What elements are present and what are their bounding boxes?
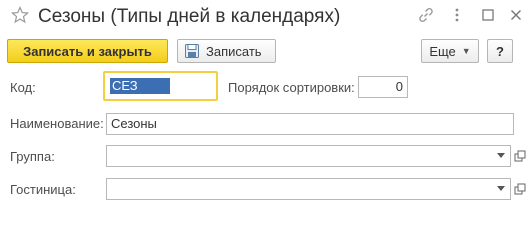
group-dropdown-button[interactable] (491, 145, 511, 167)
link-icon[interactable] (418, 7, 434, 23)
window-title: Сезоны (Типы дней в календарях) (38, 6, 341, 27)
hotel-label: Гостиница: (10, 182, 76, 197)
sort-order-label: Порядок сортировки: (228, 80, 355, 95)
hotel-input[interactable] (106, 178, 492, 200)
more-vert-icon[interactable] (449, 7, 465, 23)
more-menu-button[interactable]: Еще ▼ (421, 39, 479, 63)
code-field[interactable]: СЕЗ (103, 71, 218, 101)
open-link-icon (514, 183, 526, 195)
name-input[interactable]: Сезоны (106, 113, 514, 135)
group-input[interactable] (106, 145, 492, 167)
name-label: Наименование: (10, 116, 104, 131)
star-icon[interactable] (11, 6, 29, 24)
code-label: Код: (10, 80, 36, 95)
dropdown-arrow-icon (496, 186, 505, 191)
help-button[interactable]: ? (487, 39, 513, 63)
hotel-open-button[interactable] (511, 178, 529, 200)
save-disk-icon (185, 44, 199, 58)
sort-order-input[interactable]: 0 (358, 76, 408, 98)
close-icon[interactable] (508, 7, 524, 23)
more-button-label: Еще (429, 43, 456, 59)
chevron-down-icon: ▼ (461, 46, 471, 56)
save-and-close-button[interactable]: Записать и закрыть (7, 39, 168, 63)
hotel-dropdown-button[interactable] (491, 178, 511, 200)
open-link-icon (514, 150, 526, 162)
save-button-label: Записать (206, 43, 262, 59)
code-value: СЕЗ (110, 78, 170, 94)
maximize-icon[interactable] (480, 7, 496, 23)
group-open-button[interactable] (511, 145, 529, 167)
group-label: Группа: (10, 149, 55, 164)
save-button[interactable]: Записать (177, 39, 276, 63)
dropdown-arrow-icon (496, 153, 505, 158)
